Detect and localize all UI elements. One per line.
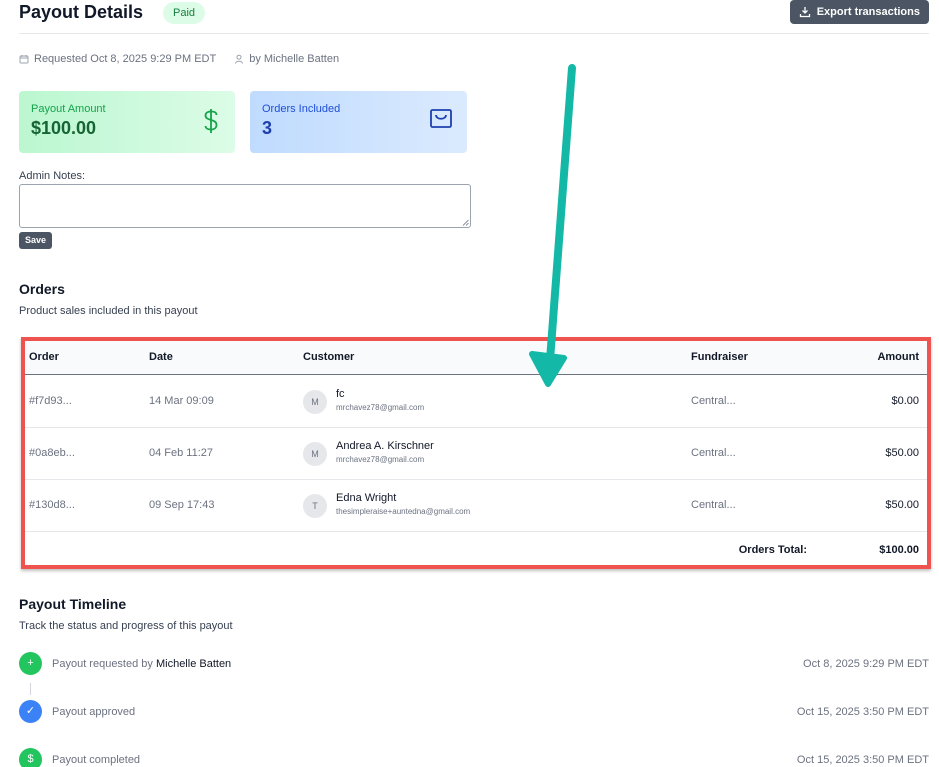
plus-icon: + — [19, 652, 42, 675]
avatar: M — [303, 442, 327, 466]
shopping-bag-icon — [430, 109, 452, 128]
timeline-event-label: Payout requested by — [52, 658, 153, 670]
customer-name: fc — [336, 388, 345, 400]
calendar-icon — [19, 55, 29, 64]
orders-total-label: Orders Total: — [738, 544, 807, 556]
download-icon — [799, 7, 810, 18]
fundraiser-name: Central... — [691, 499, 736, 511]
payout-meta: Requested Oct 8, 2025 9:29 PM EDT by Mic… — [19, 53, 339, 65]
order-id[interactable]: #f7d93... — [29, 395, 72, 407]
header-divider — [19, 33, 929, 34]
timeline-item: + Payout requested by Michelle Batten Oc… — [19, 652, 929, 676]
timeline-connector — [30, 683, 31, 695]
orders-included-value: 3 — [262, 118, 273, 138]
column-header-date[interactable]: Date — [149, 351, 173, 363]
admin-notes-field[interactable] — [19, 184, 471, 228]
timeline-event-text: Payout approved — [52, 706, 135, 718]
timeline-event-text: Payout requested by Michelle Batten — [52, 658, 231, 670]
export-button-label: Export transactions — [816, 6, 920, 18]
payout-details-page: Payout Details Paid Export transactions … — [0, 0, 939, 767]
order-id[interactable]: #0a8eb... — [29, 447, 75, 459]
table-header: Order Date Customer Fundraiser Amount — [25, 341, 927, 375]
save-notes-button[interactable]: Save — [19, 232, 53, 249]
column-header-fundraiser[interactable]: Fundraiser — [691, 351, 748, 363]
payout-amount-value: $100.00 — [31, 118, 97, 138]
timeline-event-text: Payout completed — [52, 754, 140, 766]
payout-amount-label: Payout Amount — [31, 103, 106, 115]
timeline-section-title: Payout Timeline — [19, 596, 127, 612]
column-header-customer[interactable]: Customer — [303, 351, 354, 363]
timeline-event-time: Oct 15, 2025 3:50 PM EDT — [796, 706, 929, 718]
status-badge: Paid — [163, 2, 206, 24]
requested-text: Requested Oct 8, 2025 9:29 PM EDT — [34, 53, 217, 65]
avatar: M — [303, 390, 327, 414]
customer-email: mrchavez78@gmail.com — [336, 455, 425, 464]
order-date: 14 Mar 09:09 — [149, 395, 214, 407]
order-id[interactable]: #130d8... — [29, 499, 75, 511]
table-row[interactable]: #0a8eb... 04 Feb 11:27 M Andrea A. Kirsc… — [25, 428, 927, 480]
requested-by-text: by Michelle Batten — [249, 53, 340, 65]
customer-name: Edna Wright — [336, 492, 397, 504]
user-icon — [235, 54, 244, 64]
customer-name: Andrea A. Kirschner — [336, 440, 434, 452]
fundraiser-name: Central... — [691, 447, 736, 459]
orders-total-row: Orders Total: $100.00 — [25, 532, 927, 566]
order-amount: $50.00 — [885, 447, 919, 459]
page-title: Payout Details — [19, 2, 144, 22]
avatar: T — [303, 494, 327, 518]
timeline-event-time: Oct 15, 2025 3:50 PM EDT — [796, 754, 929, 766]
dollar-icon: $ — [19, 748, 42, 767]
column-header-amount[interactable]: Amount — [877, 351, 919, 363]
timeline-event-time: Oct 8, 2025 9:29 PM EDT — [803, 658, 929, 670]
order-date: 04 Feb 11:27 — [149, 447, 214, 459]
check-icon: ✓ — [19, 700, 42, 723]
resize-grip-icon[interactable] — [462, 219, 469, 226]
table-row[interactable]: #130d8... 09 Sep 17:43 T Edna Wright the… — [25, 480, 927, 532]
orders-total-value: $100.00 — [879, 544, 919, 556]
order-amount: $50.00 — [885, 499, 919, 511]
timeline-section-subtitle: Track the status and progress of this pa… — [19, 620, 233, 632]
payout-amount-card: Payout Amount $100.00 — [19, 91, 235, 153]
order-amount: $0.00 — [891, 395, 919, 407]
orders-included-card: Orders Included 3 — [250, 91, 467, 153]
timeline-event-label: Payout approved — [52, 706, 136, 718]
customer-email: thesimpleraise+auntedna@gmail.com — [336, 507, 471, 516]
orders-section-title: Orders — [19, 281, 65, 297]
customer-email: mrchavez78@gmail.com — [336, 403, 425, 412]
timeline-event-label: Payout completed — [52, 754, 141, 766]
admin-notes-label: Admin Notes: — [19, 170, 86, 182]
column-header-order[interactable]: Order — [29, 351, 59, 363]
timeline-event-user: Michelle Batten — [155, 658, 232, 670]
order-date: 09 Sep 17:43 — [149, 499, 215, 511]
orders-included-label: Orders Included — [262, 103, 341, 115]
requested-meta: Requested Oct 8, 2025 9:29 PM EDT — [19, 53, 216, 65]
fundraiser-name: Central... — [691, 395, 736, 407]
dollar-icon — [204, 109, 218, 133]
table-row[interactable]: #f7d93... 14 Mar 09:09 M fc mrchavez78@g… — [25, 376, 927, 428]
export-transactions-button[interactable]: Export transactions — [789, 0, 929, 24]
timeline-item: $ Payout completed Oct 15, 2025 3:50 PM … — [19, 748, 929, 767]
orders-table: Order Date Customer Fundraiser Amount #f… — [21, 337, 931, 569]
timeline-item: ✓ Payout approved Oct 15, 2025 3:50 PM E… — [19, 700, 929, 724]
requested-by-meta: by Michelle Batten — [234, 53, 339, 65]
orders-section-subtitle: Product sales included in this payout — [19, 305, 198, 317]
